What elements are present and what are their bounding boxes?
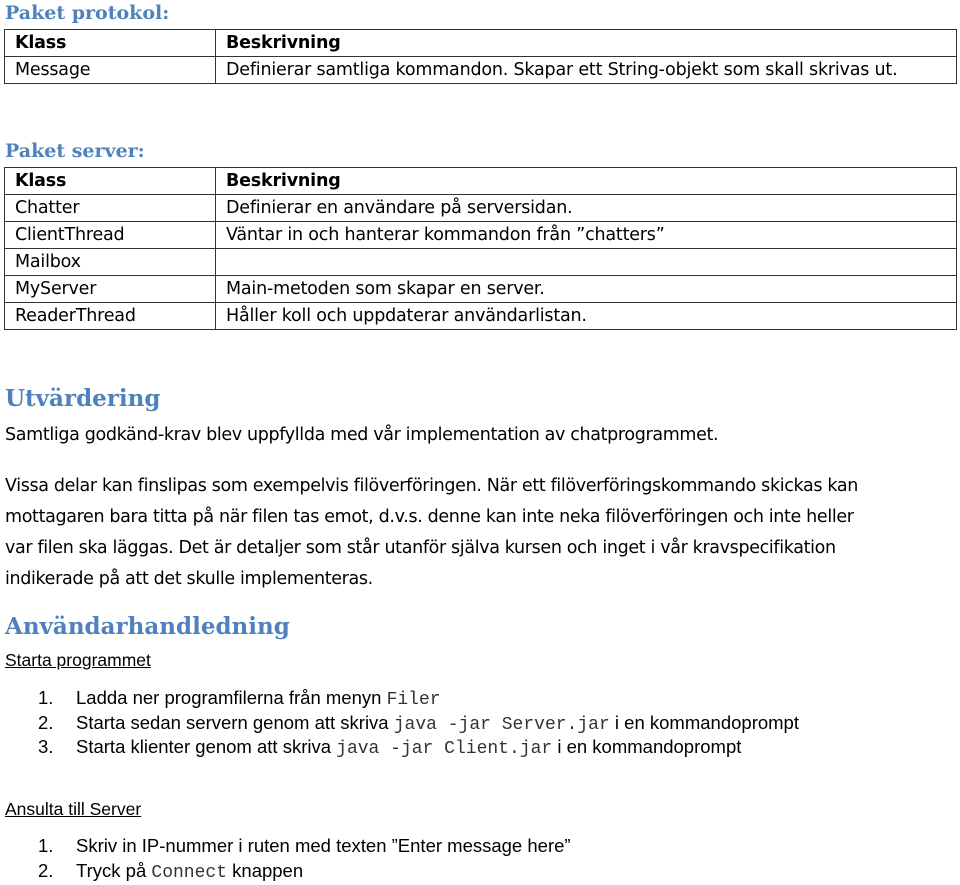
paragraph-line: mottagaren bara titta på när filen tas e…: [5, 502, 945, 533]
column-header-klass: Klass: [5, 168, 216, 195]
step-text: Tryck på: [76, 860, 151, 881]
table-row: Chatter Definierar en användare på serve…: [5, 195, 957, 222]
description-cell: Definierar en användare på serversidan.: [216, 195, 957, 222]
description-cell: [216, 249, 957, 276]
description-cell: Main-metoden som skapar en server.: [216, 276, 957, 303]
class-name-cell: Mailbox: [5, 249, 216, 276]
step-text: Skriv in IP-nummer i ruten med texten ”E…: [76, 835, 571, 856]
description-cell: Väntar in och hanterar kommandon från ”c…: [216, 222, 957, 249]
class-name-cell: ReaderThread: [5, 303, 216, 330]
list-number: 2.: [38, 859, 53, 884]
protocol-table: Klass Beskrivning Message Definierar sam…: [4, 29, 957, 84]
paragraph-line: Vissa delar kan finslipas som exempelvis…: [5, 471, 945, 502]
step-text: Ladda ner programfilerna från menyn: [76, 687, 387, 708]
paragraph-line: indikerade på att det skulle implementer…: [5, 564, 945, 595]
list-text: Starta sedan servern genom att skriva ja…: [76, 711, 799, 738]
description-cell: Håller koll och uppdaterar användarlista…: [216, 303, 957, 330]
table-row: Mailbox: [5, 249, 957, 276]
step-suffix: knappen: [227, 860, 303, 881]
evaluation-paragraph-2: Vissa delar kan finslipas som exempelvis…: [5, 471, 945, 595]
table-row: Message Definierar samtliga kommandon. S…: [5, 57, 957, 84]
class-name-cell: ClientThread: [5, 222, 216, 249]
protocol-heading: Paket protokol:: [5, 2, 169, 24]
step-text: Starta sedan servern genom att skriva: [76, 712, 394, 733]
table-row: ClientThread Väntar in och hanterar komm…: [5, 222, 957, 249]
evaluation-heading: Utvärdering: [5, 385, 160, 412]
column-header-beskrivning: Beskrivning: [216, 168, 957, 195]
evaluation-paragraph-1: Samtliga godkänd-krav blev uppfyllda med…: [5, 420, 945, 451]
code-snippet: java -jar Server.jar: [394, 715, 610, 735]
paragraph-line: var filen ska läggas. Det är detaljer so…: [5, 533, 945, 564]
server-table: Klass Beskrivning Chatter Definierar en …: [4, 167, 957, 330]
code-snippet: Connect: [151, 863, 227, 883]
description-cell: Definierar samtliga kommandon. Skapar et…: [216, 57, 957, 84]
code-snippet: java -jar Client.jar: [336, 739, 552, 759]
list-text: Tryck på Connect knappen: [76, 859, 303, 885]
user-guide-heading: Användarhandledning: [5, 613, 290, 640]
list-number: 3.: [38, 735, 53, 760]
list-text: Starta klienter genom att skriva java -j…: [76, 735, 741, 762]
list-text: Skriv in IP-nummer i ruten med texten ”E…: [76, 834, 571, 861]
step-suffix: i en kommandoprompt: [552, 736, 741, 757]
step-text: Starta klienter genom att skriva: [76, 736, 336, 757]
table-row: MyServer Main-metoden som skapar en serv…: [5, 276, 957, 303]
server-heading: Paket server:: [5, 140, 145, 162]
column-header-beskrivning: Beskrivning: [216, 30, 957, 57]
list-number: 2.: [38, 711, 53, 736]
table-header-row: Klass Beskrivning: [5, 30, 957, 57]
list-text: Ladda ner programfilerna från menyn File…: [76, 686, 441, 713]
class-name-cell: Chatter: [5, 195, 216, 222]
table-row: ReaderThread Håller koll och uppdaterar …: [5, 303, 957, 330]
class-name-cell: Message: [5, 57, 216, 84]
class-name-cell: MyServer: [5, 276, 216, 303]
table-header-row: Klass Beskrivning: [5, 168, 957, 195]
start-program-subheading: Starta programmet: [5, 650, 151, 671]
step-suffix: i en kommandoprompt: [610, 712, 799, 733]
list-number: 1.: [38, 686, 53, 711]
code-snippet: Filer: [387, 690, 441, 710]
list-number: 1.: [38, 834, 53, 859]
column-header-klass: Klass: [5, 30, 216, 57]
connect-server-subheading: Ansulta till Server: [5, 799, 141, 820]
